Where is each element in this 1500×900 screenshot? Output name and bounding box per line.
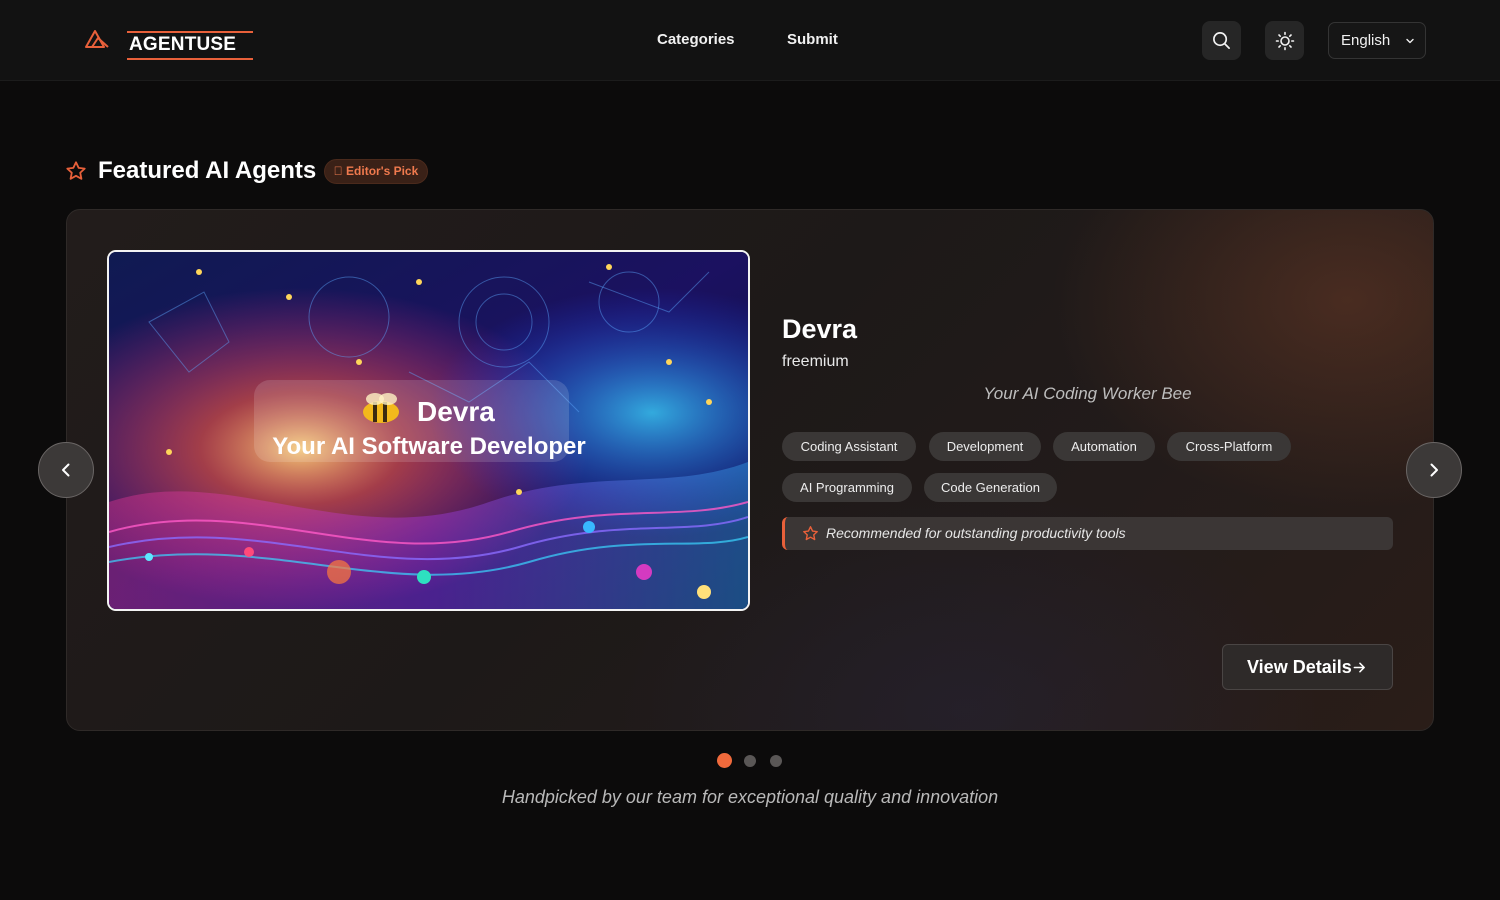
chevron-right-icon xyxy=(1426,462,1442,478)
agent-hero-artwork: Devra Your AI Software Developer xyxy=(109,252,748,609)
tag-cross-platform[interactable]: Cross-Platform xyxy=(1167,432,1291,461)
theme-toggle-button[interactable] xyxy=(1265,21,1304,60)
agent-tagline: Your AI Coding Worker Bee xyxy=(782,383,1393,405)
view-details-button[interactable]: View Details xyxy=(1222,644,1393,690)
sun-icon xyxy=(1275,31,1295,51)
agent-hero-image[interactable]: Devra Your AI Software Developer xyxy=(107,250,750,611)
agent-name[interactable]: Devra xyxy=(782,312,857,346)
brand-name[interactable]: AGENTUSE xyxy=(127,31,253,60)
nav-categories[interactable]: Categories xyxy=(657,30,735,50)
recommendation-text: Recommended for outstanding productivity… xyxy=(826,525,1126,542)
chevron-left-icon xyxy=(58,462,74,478)
language-select-value: English xyxy=(1341,32,1390,49)
carousel-dot-1[interactable] xyxy=(717,753,732,768)
section-title: Featured AI Agents xyxy=(98,156,316,186)
carousel-next-button[interactable] xyxy=(1406,442,1462,498)
footer-note: Handpicked by our team for exceptional q… xyxy=(0,786,1500,808)
star-icon xyxy=(65,160,87,182)
language-select[interactable]: English xyxy=(1328,22,1426,59)
mountain-logo-icon[interactable] xyxy=(84,26,110,52)
tag-ai-programming[interactable]: AI Programming xyxy=(782,473,912,502)
hero-subtitle: Your AI Software Developer xyxy=(272,433,585,460)
carousel-dot-3[interactable] xyxy=(770,755,782,767)
editors-pick-badge:   Editor's Pick xyxy=(324,159,428,184)
view-details-label: View Details xyxy=(1247,657,1352,677)
carousel-prev-button[interactable] xyxy=(38,442,94,498)
tag-coding-assistant[interactable]: Coding Assistant xyxy=(782,432,916,461)
recommendation-banner: Recommended for outstanding productivity… xyxy=(782,517,1393,550)
arrow-right-icon xyxy=(1353,661,1366,674)
star-icon xyxy=(802,525,819,542)
nav-submit[interactable]: Submit xyxy=(787,30,838,50)
bee-icon xyxy=(363,393,399,423)
hero-title: Devra xyxy=(417,396,495,427)
top-navbar: AGENTUSE Categories Submit English xyxy=(0,0,1500,81)
search-icon xyxy=(1212,31,1231,50)
agent-pricing: freemium xyxy=(782,352,849,372)
chevron-down-icon xyxy=(1405,36,1415,46)
tag-code-generation[interactable]: Code Generation xyxy=(924,473,1057,502)
carousel-dot-2[interactable] xyxy=(744,755,756,767)
tag-automation[interactable]: Automation xyxy=(1053,432,1155,461)
search-button[interactable] xyxy=(1202,21,1241,60)
tag-development[interactable]: Development xyxy=(929,432,1041,461)
